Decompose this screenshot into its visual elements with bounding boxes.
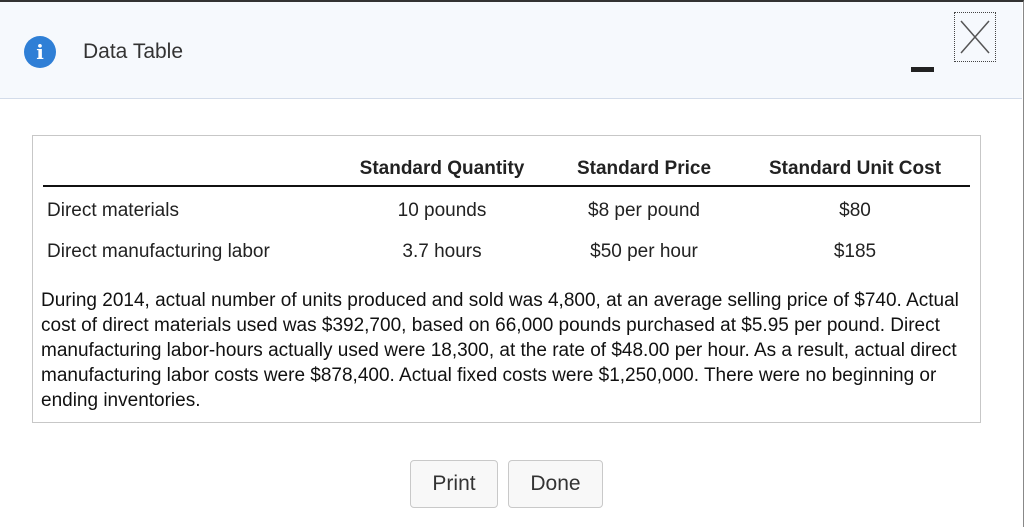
minimize-button[interactable] <box>911 64 935 74</box>
header-standard-quantity: Standard Quantity <box>359 158 525 179</box>
cell-labor-price: $50 per hour <box>590 241 698 262</box>
cell-materials-quantity: 10 pounds <box>397 200 487 221</box>
problem-description: During 2014, actual number of units prod… <box>41 290 959 411</box>
print-button[interactable]: Print <box>410 460 498 508</box>
cell-labor-unit-cost: $185 <box>833 241 877 262</box>
cell-materials-unit-cost: $80 <box>839 200 871 221</box>
close-icon <box>960 20 990 54</box>
row-label-direct-materials: Direct materials <box>47 200 179 221</box>
cell-labor-quantity: 3.7 hours <box>402 241 482 262</box>
cell-materials-price: $8 per pound <box>588 200 700 221</box>
close-button[interactable] <box>954 12 996 62</box>
info-icon: i <box>24 36 56 68</box>
data-table-panel: Standard Quantity Standard Price Standar… <box>32 135 981 423</box>
done-button[interactable]: Done <box>508 460 603 508</box>
header-standard-price: Standard Price <box>576 158 712 179</box>
header-standard-unit-cost: Standard Unit Cost <box>768 158 942 179</box>
row-label-direct-labor: Direct manufacturing labor <box>47 241 270 262</box>
data-table-dialog: i Data Table Standard Quantity Standard … <box>0 0 1024 527</box>
minimize-icon <box>911 67 934 72</box>
header-divider <box>43 185 970 187</box>
dialog-header: i Data Table <box>0 2 1022 99</box>
dialog-title: Data Table <box>83 40 184 63</box>
